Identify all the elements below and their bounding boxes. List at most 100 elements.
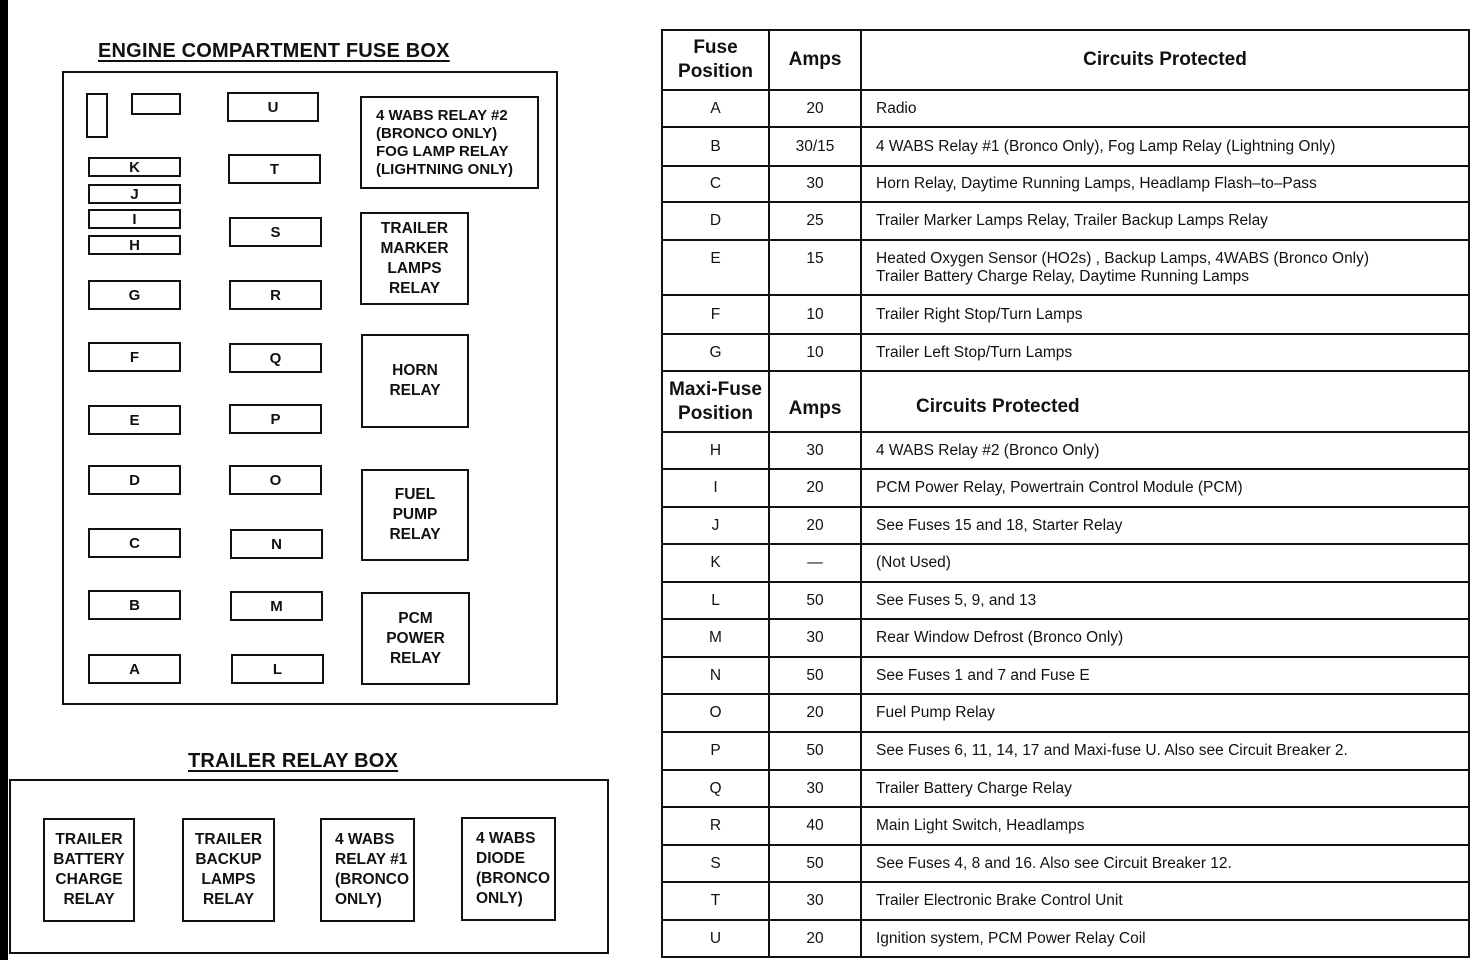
fuse-position: J <box>661 506 770 545</box>
fuse-amps: 20 <box>768 693 862 733</box>
fuse-R[interactable]: R <box>229 280 322 310</box>
relay-label: FUEL PUMP RELAY <box>389 486 441 543</box>
fuse-amps: 25 <box>768 201 862 241</box>
fuse-I[interactable]: I <box>88 209 181 229</box>
fuse-label: N <box>271 535 282 553</box>
fuse-H[interactable]: H <box>88 235 181 255</box>
relay-trailer-backup-lamps[interactable]: TRAILER BACKUP LAMPS RELAY <box>182 818 275 922</box>
fuse-Q[interactable]: Q <box>229 343 322 373</box>
fuse-B[interactable]: B <box>88 590 181 620</box>
table-row: J 20 See Fuses 15 and 18, Starter Relay <box>661 506 1470 545</box>
circuits-line-2: Trailer Battery Charge Relay, Daytime Ru… <box>876 267 1250 285</box>
maxi-header-row: Maxi-Fuse Position Amps Circuits Protect… <box>661 370 1470 433</box>
relay-label: HORN RELAY <box>389 362 441 399</box>
table-row: E 15 Heated Oxygen Sensor (HO2s) , Backu… <box>661 239 1470 296</box>
fuse-label: P <box>270 410 281 428</box>
fuse-K[interactable]: K <box>88 157 181 177</box>
fuse-position: O <box>661 693 770 733</box>
fuse-position: N <box>661 656 770 695</box>
fuse-position: E <box>661 239 770 296</box>
fuse-position: I <box>661 468 770 508</box>
fuse-position: D <box>661 201 770 241</box>
unlabeled-slot-horizontal <box>131 93 181 115</box>
trailer-box-title: TRAILER RELAY BOX <box>188 750 399 772</box>
table-row: C 30 Horn Relay, Daytime Running Lamps, … <box>661 165 1470 203</box>
fuse-T[interactable]: T <box>228 154 321 184</box>
relay-label: TRAILER MARKER LAMPS RELAY <box>380 219 449 297</box>
fuse-label: F <box>129 348 140 366</box>
fuse-amps: 50 <box>768 581 862 620</box>
table-row: O 20 Fuel Pump Relay <box>661 693 1470 733</box>
table-row: R 40 Main Light Switch, Headlamps <box>661 806 1470 846</box>
relay-trailer-battery-charge[interactable]: TRAILER BATTERY CHARGE RELAY <box>43 818 135 922</box>
fuse-amps: 15 <box>768 239 862 296</box>
fuse-S[interactable]: S <box>229 217 322 247</box>
relay-4wabs-diode[interactable]: 4 WABS DIODE (BRONCO ONLY) <box>461 817 556 921</box>
fuse-label: E <box>129 411 140 429</box>
fuse-position: U <box>661 919 770 958</box>
fuse-amps: — <box>768 543 862 583</box>
circuits-line-1: Heated Oxygen Sensor (HO2s) , Backup Lam… <box>876 249 1370 267</box>
relay-label: 4 WABS DIODE (BRONCO ONLY) <box>476 830 551 907</box>
fuse-amps: 20 <box>768 89 862 128</box>
fuse-G[interactable]: G <box>88 280 181 310</box>
fuse-U[interactable]: U <box>227 92 319 122</box>
table-row: N 50 See Fuses 1 and 7 and Fuse E <box>661 656 1470 695</box>
fuse-amps: 30 <box>768 769 862 808</box>
fuse-A[interactable]: A <box>88 654 181 684</box>
fuse-amps: 30 <box>768 165 862 203</box>
fuse-amps: 30/15 <box>768 126 862 167</box>
relay-4wabs-1[interactable]: 4 WABS RELAY #1 (BRONCO ONLY) <box>320 818 415 922</box>
fuse-position: R <box>661 806 770 846</box>
fuse-amps: 50 <box>768 844 862 883</box>
table-row: B 30/15 4 WABS Relay #1 (Bronco Only), F… <box>661 126 1470 167</box>
table-row: P 50 See Fuses 6, 11, 14, 17 and Maxi-fu… <box>661 731 1470 771</box>
fuse-N[interactable]: N <box>230 529 323 559</box>
circuits-protected: (Not Used) <box>860 543 1470 583</box>
fuse-label: I <box>132 210 137 228</box>
header-circuits-protected: Circuits Protected <box>860 370 1470 433</box>
table-row: A 20 Radio <box>661 89 1470 128</box>
relay-trailer-marker-lamps[interactable]: TRAILER MARKER LAMPS RELAY <box>360 212 469 305</box>
fuse-C[interactable]: C <box>88 528 181 558</box>
table-row: Q 30 Trailer Battery Charge Relay <box>661 769 1470 808</box>
fuse-amps: 10 <box>768 333 862 372</box>
table-row: G 10 Trailer Left Stop/Turn Lamps <box>661 333 1470 372</box>
fuse-position: F <box>661 294 770 335</box>
relay-pcm-power[interactable]: PCM POWER RELAY <box>361 592 470 685</box>
relay-4wabs-2-fog-lamp[interactable]: 4 WABS RELAY #2 (BRONCO ONLY) FOG LAMP R… <box>360 96 539 189</box>
fuse-label: S <box>270 223 281 241</box>
fuse-label: T <box>269 160 280 178</box>
header-amps: Amps <box>768 29 862 91</box>
header-fuse-position: Fuse Position <box>661 29 770 91</box>
fuse-position: T <box>661 881 770 921</box>
fuse-amps: 10 <box>768 294 862 335</box>
fuse-P[interactable]: P <box>229 404 322 434</box>
fuse-amps: 30 <box>768 881 862 921</box>
relay-horn[interactable]: HORN RELAY <box>361 334 469 428</box>
fuse-label: A <box>129 660 140 678</box>
circuits-protected: See Fuses 15 and 18, Starter Relay <box>860 506 1470 545</box>
circuits-protected: Trailer Left Stop/Turn Lamps <box>860 333 1470 372</box>
circuits-protected: See Fuses 4, 8 and 16. Also see Circuit … <box>860 844 1470 883</box>
fuse-position: Q <box>661 769 770 808</box>
fuse-F[interactable]: F <box>88 342 181 372</box>
fuse-L[interactable]: L <box>231 654 324 684</box>
fuse-label: B <box>129 596 140 614</box>
fuse-D[interactable]: D <box>88 465 181 495</box>
fuse-M[interactable]: M <box>230 591 323 621</box>
relay-fuel-pump[interactable]: FUEL PUMP RELAY <box>361 469 469 561</box>
fuse-E[interactable]: E <box>88 405 181 435</box>
fuse-position: G <box>661 333 770 372</box>
engine-box-title: ENGINE COMPARTMENT FUSE BOX <box>98 40 450 62</box>
fuse-amps: 20 <box>768 468 862 508</box>
circuits-protected: 4 WABS Relay #1 (Bronco Only), Fog Lamp … <box>860 126 1470 167</box>
fuse-position: B <box>661 126 770 167</box>
fuse-J[interactable]: J <box>88 184 181 204</box>
relay-label: TRAILER BACKUP LAMPS RELAY <box>194 831 263 908</box>
fuse-position: P <box>661 731 770 771</box>
circuits-protected: Fuel Pump Relay <box>860 693 1470 733</box>
circuits-protected: Heated Oxygen Sensor (HO2s) , Backup Lam… <box>860 239 1470 296</box>
circuits-protected: See Fuses 1 and 7 and Fuse E <box>860 656 1470 695</box>
fuse-O[interactable]: O <box>229 465 322 495</box>
